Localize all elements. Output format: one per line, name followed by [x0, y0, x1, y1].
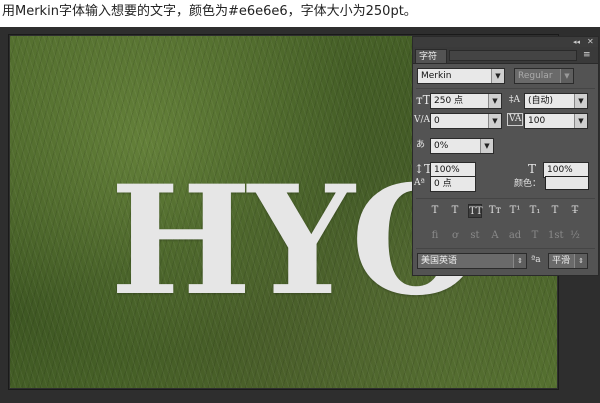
font-size-icon: ᴛT: [416, 93, 431, 107]
opentype-button-1[interactable]: ơ: [448, 229, 462, 243]
baseline-shift-icon: Aª: [414, 178, 425, 188]
opentype-button-5[interactable]: T: [528, 229, 542, 243]
opentype-button-0[interactable]: fi: [428, 229, 442, 243]
close-icon[interactable]: ✕: [587, 37, 594, 47]
chevron-down-icon: ▼: [574, 94, 587, 108]
chevron-down-icon: ▼: [480, 139, 493, 153]
collapse-icon[interactable]: ◂◂: [573, 37, 580, 47]
language-value: 美国英语: [421, 256, 458, 266]
leading-field[interactable]: (自动) ▼: [524, 93, 588, 109]
panel-tabbar: 字符 ≡: [413, 47, 598, 64]
divider: [416, 88, 595, 89]
baseline-shift-value: 0 点: [434, 179, 452, 189]
chevron-down-icon: ⇕: [513, 254, 526, 268]
horizontal-scale-value: 100%: [547, 165, 573, 175]
chevron-down-icon: ▼: [491, 69, 504, 83]
tsume-value: 0%: [434, 141, 449, 151]
chevron-down-icon: ▼: [488, 114, 501, 128]
font-style-value: Regular: [518, 71, 553, 81]
antialias-icon: ªa: [531, 255, 541, 265]
style-button-2[interactable]: TT: [468, 204, 483, 218]
divider: [416, 198, 595, 199]
tab-area: [449, 50, 577, 61]
style-button-0[interactable]: T: [428, 204, 442, 218]
style-button-5[interactable]: T₁: [528, 204, 542, 218]
color-label: 颜色：: [514, 179, 542, 189]
opentype-button-2[interactable]: st: [468, 229, 482, 243]
tsume-icon: あ: [416, 140, 426, 150]
leading-value: (自动): [528, 96, 554, 106]
font-family-select[interactable]: Merkin ▼: [417, 68, 505, 84]
kerning-value: 0: [434, 116, 440, 126]
opentype-button-4[interactable]: ad: [508, 229, 522, 243]
kerning-icon: V/A: [414, 115, 431, 125]
horizontal-scale-icon: T: [528, 162, 537, 176]
style-button-1[interactable]: T: [448, 204, 462, 218]
style-button-3[interactable]: Tт: [488, 204, 502, 218]
opentype-button-7[interactable]: ½: [568, 229, 582, 243]
font-size-value: 250 点: [434, 96, 464, 106]
panel-titlebar[interactable]: ◂◂ ✕: [413, 37, 598, 47]
panel-menu-icon[interactable]: ≡: [583, 49, 591, 61]
chevron-down-icon: ▼: [560, 69, 573, 83]
tab-character[interactable]: 字符: [415, 49, 447, 63]
chevron-down-icon: ▼: [574, 114, 587, 128]
leading-icon: ‡A: [509, 95, 520, 105]
kerning-field[interactable]: 0 ▼: [430, 113, 502, 129]
style-button-4[interactable]: T¹: [508, 204, 522, 218]
divider: [416, 248, 595, 249]
chevron-down-icon: ▼: [488, 94, 501, 108]
antialias-select[interactable]: 平滑 ⇕: [548, 253, 588, 269]
opentype-button-6[interactable]: 1st: [548, 229, 564, 243]
tracking-value: 100: [528, 116, 546, 126]
opentype-button-3[interactable]: A: [488, 229, 502, 243]
font-size-field[interactable]: 250 点 ▼: [430, 93, 502, 109]
tracking-icon: VA: [507, 113, 524, 126]
style-button-6[interactable]: T: [548, 204, 562, 218]
vertical-scale-value: 100%: [434, 165, 460, 175]
baseline-shift-field[interactable]: 0 点: [430, 176, 476, 192]
antialias-value: 平滑: [552, 256, 571, 266]
tracking-field[interactable]: 100 ▼: [524, 113, 588, 129]
tsume-field[interactable]: 0% ▼: [430, 138, 494, 154]
chevron-down-icon: ⇕: [574, 254, 587, 268]
language-select[interactable]: 美国英语 ⇕: [417, 253, 527, 269]
style-button-7[interactable]: T̶: [568, 204, 582, 218]
instruction-caption: 用Merkin字体输入想要的文字，颜色为#e6e6e6，字体大小为250pt。: [2, 4, 417, 19]
font-style-select[interactable]: Regular ▼: [514, 68, 574, 84]
color-swatch[interactable]: [545, 176, 589, 190]
font-family-value: Merkin: [421, 71, 452, 81]
